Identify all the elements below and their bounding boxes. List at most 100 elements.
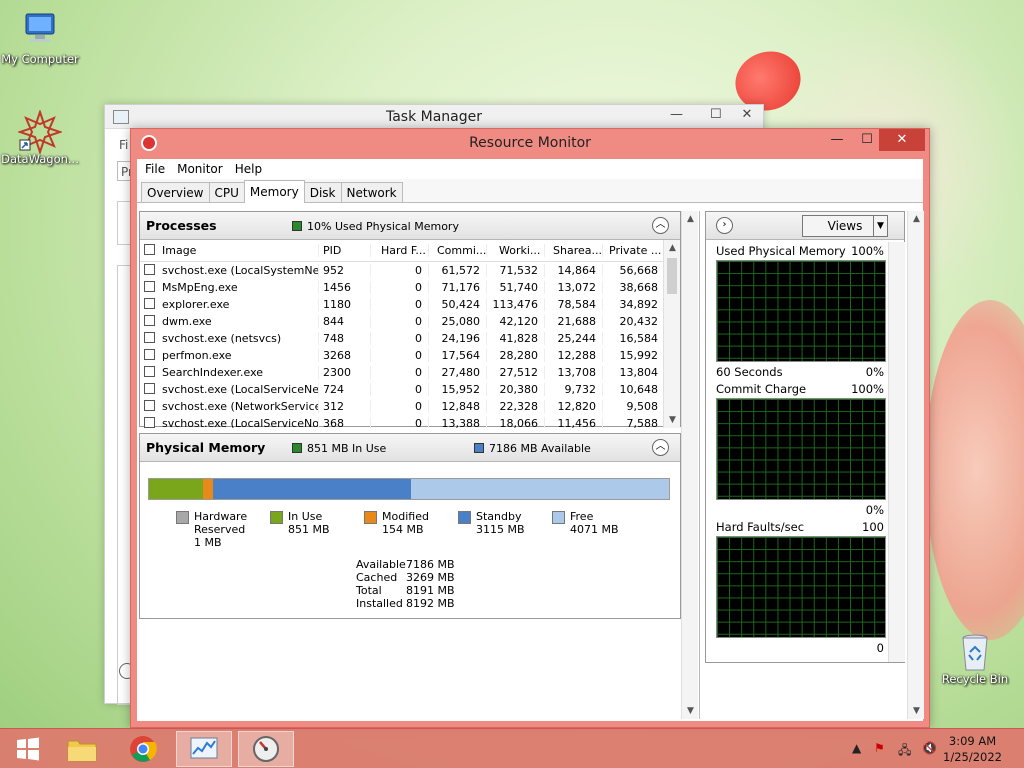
menu-file[interactable]: File (139, 162, 171, 176)
minimize-icon[interactable]: — (670, 107, 683, 122)
scroll-up-icon[interactable]: ▲ (682, 214, 699, 224)
tab-overview[interactable]: Overview (141, 182, 210, 202)
show-hidden-icons-icon[interactable]: ▲ (852, 741, 861, 755)
resource-monitor-window[interactable]: Resource Monitor — ☐ ✕ File Monitor Help… (130, 128, 930, 728)
close-icon[interactable]: ✕ (730, 107, 764, 122)
action-center-flag-icon[interactable]: ⚑ (874, 741, 885, 755)
column-header[interactable]: Sharea... (544, 244, 602, 257)
title-bar[interactable]: Resource Monitor — ☐ ✕ (131, 129, 929, 157)
window-scrollbar[interactable]: ▲ ▼ (907, 211, 924, 719)
processes-scrollbar[interactable]: ▲ ▼ (663, 240, 680, 428)
collapse-icon[interactable]: ︿ (652, 217, 669, 234)
table-row[interactable]: svchost.exe (LocalSystemNet... 952 0 61,572… (140, 262, 680, 279)
tab-network[interactable]: Network (340, 182, 403, 202)
row-checkbox[interactable] (144, 382, 155, 394)
chevron-down-icon[interactable]: ▼ (873, 216, 887, 236)
row-checkbox[interactable] (144, 314, 155, 326)
row-checkbox[interactable] (144, 348, 155, 360)
table-cell: 368 (318, 417, 370, 428)
tab-cpu[interactable]: CPU (208, 182, 245, 202)
column-header[interactable]: Commi... (428, 244, 486, 257)
section-title: Physical Memory (146, 440, 266, 455)
graph-title: Commit Charge (716, 382, 807, 396)
menu-file-fragment[interactable]: Fi (119, 138, 128, 152)
table-row[interactable]: SearchIndexer.exe 2300 0 27,480 27,512 13,708… (140, 364, 680, 381)
column-header[interactable]: PID (318, 244, 370, 257)
taskbar-task-manager[interactable] (176, 731, 232, 767)
legend-modified: Modified 154 MB (364, 510, 429, 536)
maximize-icon[interactable]: ☐ (853, 129, 881, 151)
table-row[interactable]: svchost.exe (LocalServiceNo... 368 0 13,388… (140, 415, 680, 428)
table-cell: 24,196 (428, 332, 486, 345)
taskbar-chrome[interactable] (115, 731, 171, 767)
legend-value: 851 MB (288, 523, 330, 536)
legend-value: 4071 MB (570, 523, 619, 536)
table-row[interactable]: MsMpEng.exe 1456 0 71,176 51,740 13,072 38,668 (140, 279, 680, 296)
table-cell: 61,572 (428, 264, 486, 277)
title-bar[interactable]: Task Manager — ☐ ✕ (105, 105, 763, 129)
desktop-icon-my-computer[interactable]: My Computer (0, 10, 80, 66)
legend-swatch (270, 511, 283, 524)
scroll-down-icon[interactable]: ▼ (664, 415, 681, 425)
row-checkbox[interactable] (144, 399, 155, 411)
table-cell: 10,648 (602, 383, 664, 396)
table-row[interactable]: dwm.exe 844 0 25,080 42,120 21,688 20,432 (140, 313, 680, 330)
table-cell: 22,328 (486, 400, 544, 413)
available-indicator-icon (474, 443, 484, 453)
desktop-icon-datawagon[interactable]: DataWagon... (0, 108, 80, 166)
table-row[interactable]: svchost.exe (NetworkService) 312 0 12,848 22… (140, 398, 680, 415)
table-cell: 9,508 (602, 400, 664, 413)
column-header[interactable]: Hard F... (370, 244, 428, 257)
column-header[interactable]: Image (160, 244, 318, 257)
select-all-checkbox[interactable] (144, 243, 155, 255)
physical-memory-header[interactable]: Physical Memory 851 MB In Use 7186 MB Av… (140, 434, 680, 462)
scroll-up-icon[interactable]: ▲ (908, 214, 925, 224)
row-checkbox[interactable] (144, 331, 155, 343)
graphs-scrollbar[interactable] (888, 242, 905, 662)
pane-splitter[interactable] (699, 211, 700, 719)
start-button[interactable] (0, 731, 56, 767)
legend-label: Hardware (194, 510, 248, 523)
network-icon[interactable]: 🖧 (898, 741, 911, 762)
taskbar-file-explorer[interactable] (54, 731, 110, 767)
table-row[interactable]: perfmon.exe 3268 0 17,564 28,280 12,288 15,992 (140, 347, 680, 364)
table-cell: 38,668 (602, 281, 664, 294)
row-checkbox[interactable] (144, 297, 155, 309)
tab-disk[interactable]: Disk (303, 182, 342, 202)
scroll-thumb[interactable] (667, 258, 677, 294)
table-row[interactable]: svchost.exe (netsvcs) 748 0 24,196 41,828 25,… (140, 330, 680, 347)
tab-memory[interactable]: Memory (243, 180, 305, 203)
table-body: svchost.exe (LocalSystemNet... 952 0 61,572… (140, 262, 680, 428)
menu-help[interactable]: Help (229, 162, 268, 176)
system-clock[interactable]: 3:09 AM 1/25/2022 (943, 733, 1002, 765)
views-dropdown[interactable]: Views ▼ (802, 215, 888, 237)
scroll-up-icon[interactable]: ▲ (664, 243, 681, 253)
expand-right-icon[interactable]: › (716, 217, 733, 234)
minimize-icon[interactable]: — (823, 129, 851, 151)
taskbar-resource-monitor[interactable] (238, 731, 294, 767)
column-header[interactable]: Private ... (602, 244, 664, 257)
collapse-icon[interactable]: ︿ (652, 439, 669, 456)
table-row[interactable]: svchost.exe (LocalServiceNet... 724 0 15,95… (140, 381, 680, 398)
graph-min: 0 (876, 641, 884, 655)
scroll-down-icon[interactable]: ▼ (682, 706, 699, 716)
row-checkbox[interactable] (144, 263, 155, 275)
left-pane-scrollbar[interactable]: ▲ ▼ (681, 211, 698, 719)
processes-header[interactable]: Processes 10% Used Physical Memory ︿ (140, 212, 680, 240)
row-checkbox[interactable] (144, 365, 155, 377)
legend-swatch (364, 511, 377, 524)
table-cell: 13,708 (544, 366, 602, 379)
row-checkbox[interactable] (144, 280, 155, 292)
table-row[interactable]: explorer.exe 1180 0 50,424 113,476 78,584 34,8… (140, 296, 680, 313)
row-checkbox[interactable] (144, 416, 155, 428)
volume-muted-icon[interactable]: 🔇 (922, 741, 937, 755)
stat-value: 8191 MB (406, 584, 455, 597)
maximize-icon[interactable]: ☐ (710, 107, 722, 122)
menu-monitor[interactable]: Monitor (171, 162, 229, 176)
column-header[interactable]: Worki... (486, 244, 544, 257)
scroll-down-icon[interactable]: ▼ (908, 706, 925, 716)
close-icon[interactable]: ✕ (879, 129, 925, 151)
chrome-icon (130, 736, 157, 762)
legend-in-use: In Use 851 MB (270, 510, 330, 536)
desktop-icon-recycle-bin[interactable]: Recycle Bin (935, 630, 1015, 686)
